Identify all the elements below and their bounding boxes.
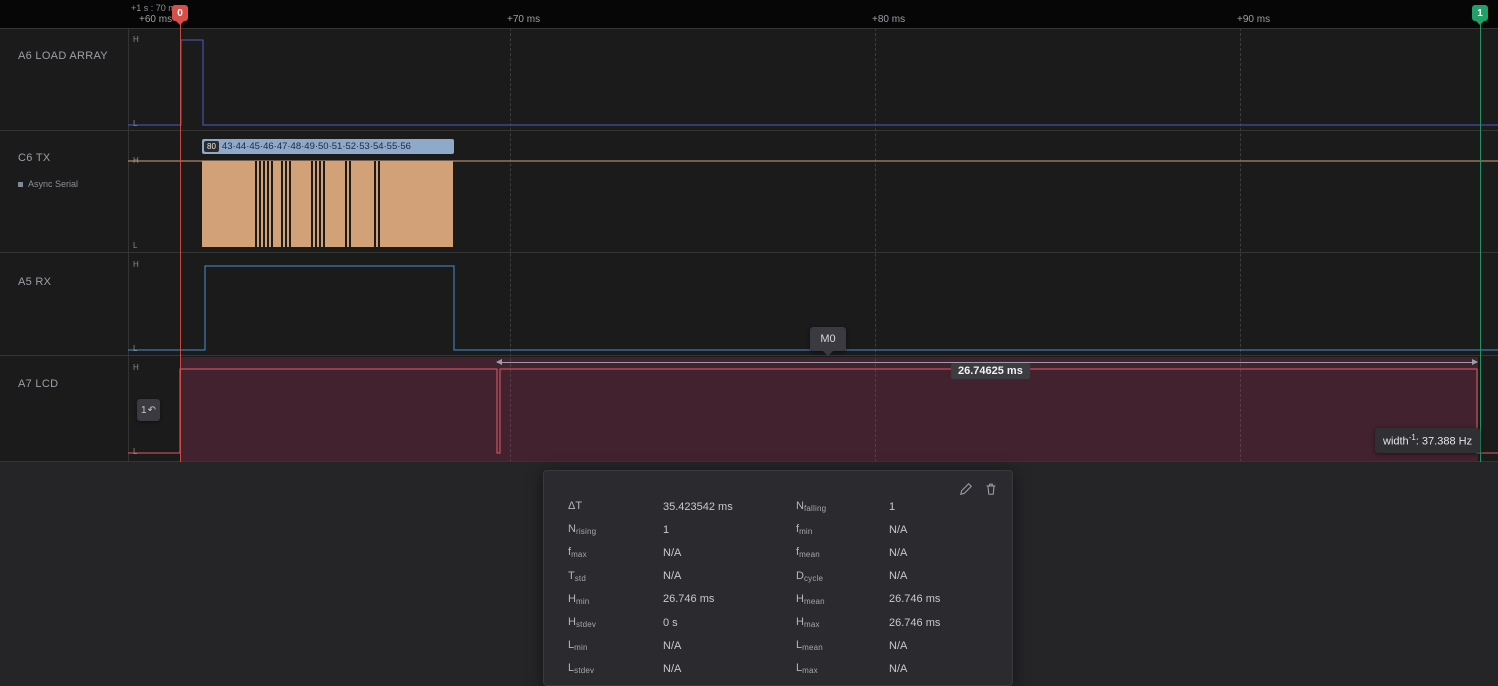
metric-label: Dcycle — [796, 570, 889, 583]
metric-value: N/A — [889, 524, 1009, 536]
metric-label: fmax — [568, 546, 663, 559]
metric-value: 26.746 ms — [889, 593, 1009, 605]
timing-marker-1-label: 1 — [1477, 8, 1483, 19]
edge-navigation-badge[interactable]: 1 ↶ — [137, 399, 160, 421]
timeline-bar[interactable]: +1 s : 70 ms +60 ms +70 ms +80 ms +90 ms — [0, 0, 1498, 28]
metric-label: Hstdev — [568, 616, 663, 629]
metric-value: 1 — [889, 501, 1009, 513]
metric-value: N/A — [663, 640, 796, 652]
logic-analyzer-app: +1 s : 70 ms +60 ms +70 ms +80 ms +90 ms… — [0, 0, 1498, 686]
width-frequency-tooltip: width-1: 37.388 Hz — [1375, 428, 1480, 453]
analyzer-label-async-serial[interactable]: Async Serial — [18, 179, 78, 189]
channel-label-a5-rx[interactable]: A5 RX — [18, 276, 51, 288]
decoded-byte-list: 43·44·45·46·47·48·49·50·51·52·53·54·55·5… — [222, 141, 411, 152]
metric-value: 35.423542 ms — [663, 501, 796, 513]
measurement-m0-label: M0 — [820, 333, 835, 345]
metric-value: N/A — [663, 547, 796, 559]
metric-label: Lmean — [796, 639, 889, 652]
measurement-width-label: 26.74625 ms — [951, 363, 1030, 379]
timeline-tick-60ms: +60 ms — [139, 14, 172, 25]
edge-count-label: 1 — [141, 405, 147, 416]
metric-label: Tstd — [568, 570, 663, 583]
metric-label: Hmax — [796, 616, 889, 629]
metric-label: Lmin — [568, 639, 663, 652]
metric-label: fmin — [796, 523, 889, 536]
metric-value: 0 s — [663, 617, 796, 629]
metric-value: N/A — [889, 570, 1009, 582]
channel-label-c6-tx[interactable]: C6 TX — [18, 152, 50, 164]
channel-label-a6-load-array[interactable]: A6 LOAD ARRAY — [18, 50, 108, 62]
measurement-details-panel: ΔT 35.423542 ms Nfalling 1 Nrising 1 fmi… — [543, 470, 1013, 686]
waveform-a7-lcd[interactable] — [128, 356, 1498, 462]
timing-marker-0-flag[interactable]: 0 — [172, 5, 188, 21]
metric-value: N/A — [889, 640, 1009, 652]
edge-arrow-icon: ↶ — [148, 405, 156, 416]
metric-label: Hmean — [796, 593, 889, 606]
timing-marker-1-line[interactable] — [1480, 22, 1481, 462]
metric-label: Lstdev — [568, 662, 663, 675]
timing-marker-0-label: 0 — [177, 8, 183, 19]
metric-value: N/A — [663, 570, 796, 582]
metric-label: Nfalling — [796, 500, 889, 513]
metric-label: ΔT — [568, 500, 663, 513]
metric-label: fmean — [796, 546, 889, 559]
analyzer-bullet-icon — [18, 182, 23, 187]
panel-toolbar — [959, 482, 998, 496]
metric-value: N/A — [889, 547, 1009, 559]
timeline-tick-70ms: +70 ms — [507, 14, 540, 25]
waveform-a6-load-array[interactable] — [128, 28, 1498, 131]
metric-label: Nrising — [568, 523, 663, 536]
metric-value: N/A — [889, 663, 1009, 675]
measurement-m0-tag[interactable]: M0 — [810, 327, 846, 351]
metric-value: N/A — [663, 663, 796, 675]
analyzer-name: Async Serial — [28, 179, 78, 189]
metric-label: Hmin — [568, 593, 663, 606]
timeline-tick-80ms: +80 ms — [872, 14, 905, 25]
edit-measurement-icon[interactable] — [959, 482, 973, 496]
metric-value: 26.746 ms — [889, 617, 1009, 629]
timing-marker-0-line[interactable] — [180, 22, 181, 462]
metric-value: 26.746 ms — [663, 593, 796, 605]
channel-label-a7-lcd[interactable]: A7 LCD — [18, 378, 58, 390]
measurement-metrics-grid: ΔT 35.423542 ms Nfalling 1 Nrising 1 fmi… — [568, 495, 1009, 681]
delete-measurement-icon[interactable] — [984, 482, 998, 496]
decoded-serial-data[interactable]: 80 43·44·45·46·47·48·49·50·51·52·53·54·5… — [202, 139, 454, 154]
metric-label: Lmax — [796, 662, 889, 675]
metric-value: 1 — [663, 524, 796, 536]
decoded-byte-badge: 80 — [204, 141, 219, 152]
timing-marker-1-flag[interactable]: 1 — [1472, 5, 1488, 21]
timeline-tick-90ms: +90 ms — [1237, 14, 1270, 25]
